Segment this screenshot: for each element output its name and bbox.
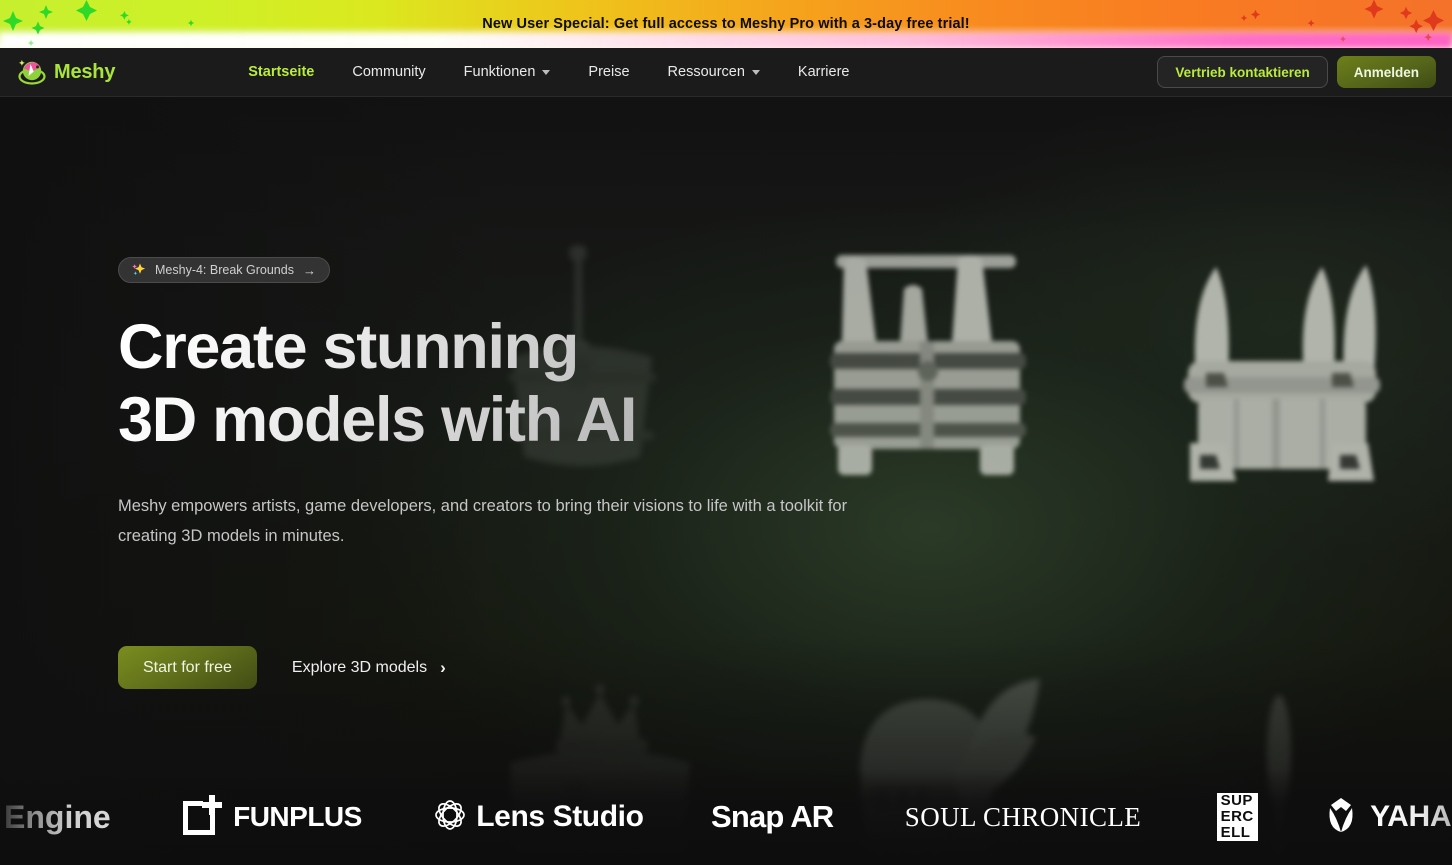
nav-item-preise[interactable]: Preise [569,48,648,97]
nav-item-label: Karriere [797,64,850,80]
partner-logo-soul-chronicle: Soul Chronicle [905,802,1141,833]
nav-item-label: Preise [588,64,630,80]
yahaha-logo-text: YAHAHA [1370,800,1452,834]
nav-item-label: Ressourcen [667,64,745,80]
partner-logo-funplus: FUNPLUS [178,793,362,842]
arrow-right-icon: → [302,262,316,278]
nav-links: Startseite Community Funktionen Preise R… [229,48,868,97]
meshy-logo-icon [17,59,47,85]
yahaha-mark-icon [1321,795,1361,840]
release-badge-label: Meshy-4: Break Grounds [155,263,294,277]
nav-item-community[interactable]: Community [333,48,444,97]
soul-chronicle-logo-text: Soul Chronicle [904,801,1142,832]
hero-content: Meshy-4: Break Grounds → Create stunning… [118,257,948,689]
main-navbar: Meshy Startseite Community Funktionen Pr… [0,48,1452,97]
lens-studio-logo-text: Lens Studio [476,800,644,833]
nav-item-label: Startseite [248,64,315,80]
nav-item-ressourcen[interactable]: Ressourcen [649,48,779,97]
release-badge[interactable]: Meshy-4: Break Grounds → [118,257,330,283]
snap-ar-logo-text: Snap AR [710,799,834,834]
brand-logo-text: Meshy [54,60,116,83]
signin-button[interactable]: Anmelden [1336,56,1436,88]
nav-item-label: Community [352,64,426,80]
partner-logo-engine: Engine [2,799,111,836]
headline-line-1: Create stunning [118,312,579,382]
supercell-line-2: ERC [1216,809,1258,825]
explore-link-label: Explore 3D models [291,658,428,676]
start-for-free-button[interactable]: Start for free [118,646,257,689]
partner-logo-yahaha: YAHAHA [1321,795,1452,840]
promo-banner[interactable]: New User Special: Get full access to Mes… [0,0,1452,48]
engine-logo-text: Engine [4,798,111,835]
chevron-down-icon [751,69,760,75]
page-title: Create stunning 3D models with AI [118,311,948,457]
hero-cta-row: Start for free Explore 3D models › [118,646,948,689]
hero-section: Meshy-4: Break Grounds → Create stunning… [0,97,1452,865]
partner-logo-lens-studio: Lens Studio [433,798,644,837]
nav-item-startseite[interactable]: Startseite [229,48,333,97]
chevron-down-icon [542,69,551,75]
hero-subtitle: Meshy empowers artists, game developers,… [118,497,848,545]
promo-banner-text: New User Special: Get full access to Mes… [482,16,970,32]
supercell-line-3: ELL [1216,825,1258,841]
lens-studio-mark-icon [433,798,467,837]
partner-logo-strip: Engine FUNPLUS Lens Studio Snap AR SOUL … [0,769,1452,865]
brand-logo[interactable]: Meshy [17,59,115,85]
explore-3d-models-link[interactable]: Explore 3D models › [292,658,446,678]
partner-logo-snap-ar: Snap AR [710,799,834,835]
funplus-logo-text: FUNPLUS [233,801,362,832]
chevron-right-icon: › [440,657,446,677]
contact-sales-button[interactable]: Vertrieb kontaktieren [1157,56,1328,88]
supercell-line-1: SUP [1216,793,1258,809]
sparkle-icon [132,262,146,279]
nav-item-funktionen[interactable]: Funktionen [445,48,570,97]
nav-item-label: Funktionen [463,64,536,80]
partner-logo-supercell: SUP ERC ELL [1216,793,1258,841]
nav-item-karriere[interactable]: Karriere [779,48,869,97]
funplus-mark-icon [178,793,224,842]
nav-actions: Vertrieb kontaktieren Anmelden [1157,56,1436,88]
headline-line-2: 3D models with AI [118,385,637,455]
supercell-logo-text: SUP ERC ELL [1216,793,1258,841]
